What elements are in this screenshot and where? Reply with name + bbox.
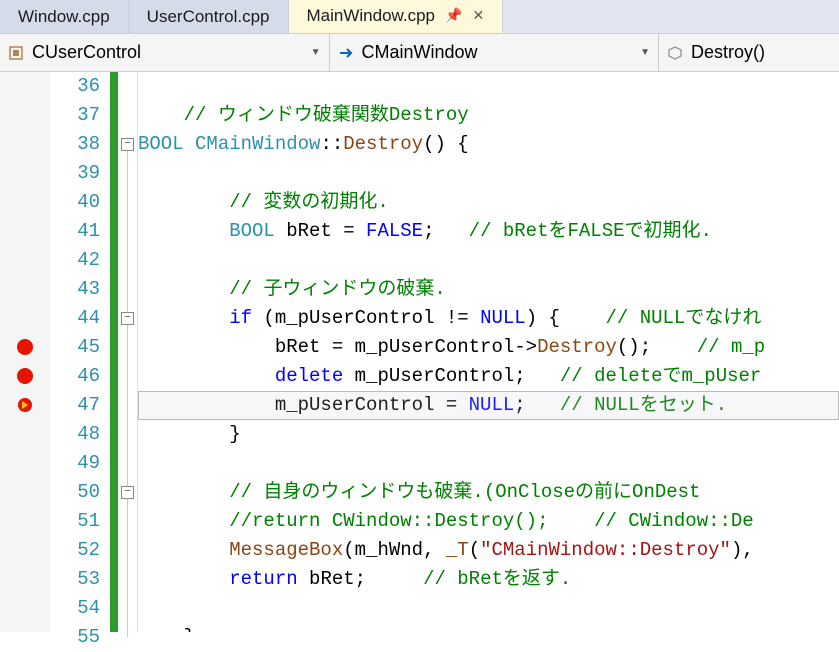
line-number: 53 bbox=[50, 565, 100, 594]
line-number: 49 bbox=[50, 449, 100, 478]
code-line[interactable] bbox=[138, 594, 839, 623]
code-line[interactable] bbox=[138, 72, 839, 101]
line-number: 38 bbox=[50, 130, 100, 159]
fold-toggle[interactable]: − bbox=[121, 486, 134, 499]
change-indicator bbox=[110, 72, 118, 632]
breakpoint-icon[interactable] bbox=[17, 368, 33, 384]
line-number: 51 bbox=[50, 507, 100, 536]
line-number: 46 bbox=[50, 362, 100, 391]
code-line[interactable]: } bbox=[138, 420, 839, 449]
code-line[interactable]: m_pUserControl = NULL; // NULLをセット. bbox=[138, 391, 839, 420]
tab-label: UserControl.cpp bbox=[147, 7, 270, 27]
navigation-bar: CUserControl ▼ CMainWindow ▼ Destroy() bbox=[0, 34, 839, 72]
fold-toggle[interactable]: − bbox=[121, 312, 134, 325]
line-number: 40 bbox=[50, 188, 100, 217]
chevron-down-icon: ▼ bbox=[311, 47, 321, 58]
current-statement-icon[interactable] bbox=[17, 397, 33, 413]
line-number: 55 bbox=[50, 623, 100, 652]
line-number: 41 bbox=[50, 217, 100, 246]
arrow-icon bbox=[338, 45, 354, 61]
breakpoint-margin[interactable] bbox=[0, 72, 50, 632]
code-line[interactable]: // ウィンドウ破棄関数Destroy bbox=[138, 101, 839, 130]
chevron-down-icon: ▼ bbox=[640, 47, 650, 58]
line-number: 54 bbox=[50, 594, 100, 623]
scope-label: CUserControl bbox=[32, 42, 141, 63]
member-label: Destroy() bbox=[691, 42, 765, 63]
line-number: 47 bbox=[50, 391, 100, 420]
pin-icon[interactable]: 📌 bbox=[445, 7, 462, 24]
line-numbers: 3637383940414243444546474849505152535455 bbox=[50, 72, 110, 632]
method-icon bbox=[667, 45, 683, 61]
tab-bar: Window.cpp UserControl.cpp MainWindow.cp… bbox=[0, 0, 839, 34]
code-area[interactable]: // ウィンドウ破棄関数DestroyBOOL CMainWindow::Des… bbox=[138, 72, 839, 632]
line-number: 44 bbox=[50, 304, 100, 333]
code-line[interactable]: //return CWindow::Destroy(); // CWindow:… bbox=[138, 507, 839, 536]
tab-label: Window.cpp bbox=[18, 7, 110, 27]
line-number: 43 bbox=[50, 275, 100, 304]
code-line[interactable]: BOOL CMainWindow::Destroy() { bbox=[138, 130, 839, 159]
code-editor[interactable]: 3637383940414243444546474849505152535455… bbox=[0, 72, 839, 632]
code-line[interactable]: // 変数の初期化. bbox=[138, 188, 839, 217]
line-number: 37 bbox=[50, 101, 100, 130]
class-label: CMainWindow bbox=[362, 42, 478, 63]
code-line[interactable] bbox=[138, 449, 839, 478]
code-line[interactable]: // 子ウィンドウの破棄. bbox=[138, 275, 839, 304]
line-number: 39 bbox=[50, 159, 100, 188]
breakpoint-icon[interactable] bbox=[17, 339, 33, 355]
scope-dropdown[interactable]: CUserControl ▼ bbox=[0, 34, 330, 71]
code-line[interactable]: // 自身のウィンドウも破棄.(OnCloseの前にOnDest bbox=[138, 478, 839, 507]
tab-label: MainWindow.cpp bbox=[307, 6, 436, 26]
code-line[interactable]: MessageBox(m_hWnd, _T("CMainWindow::Dest… bbox=[138, 536, 839, 565]
fold-margin[interactable]: − − − bbox=[118, 72, 138, 632]
code-line[interactable] bbox=[138, 159, 839, 188]
tab-mainwindow-cpp[interactable]: MainWindow.cpp 📌 ✕ bbox=[289, 0, 504, 33]
fold-toggle[interactable]: − bbox=[121, 138, 134, 151]
line-number: 52 bbox=[50, 536, 100, 565]
tab-usercontrol-cpp[interactable]: UserControl.cpp bbox=[129, 0, 289, 33]
close-icon[interactable]: ✕ bbox=[472, 7, 484, 24]
code-line[interactable]: BOOL bRet = FALSE; // bRetをFALSEで初期化. bbox=[138, 217, 839, 246]
code-line[interactable]: return bRet; // bRetを返す. bbox=[138, 565, 839, 594]
class-dropdown[interactable]: CMainWindow ▼ bbox=[330, 34, 660, 71]
line-number: 36 bbox=[50, 72, 100, 101]
line-number: 48 bbox=[50, 420, 100, 449]
code-line[interactable]: if (m_pUserControl != NULL) { // NULLでなけ… bbox=[138, 304, 839, 333]
member-dropdown[interactable]: Destroy() bbox=[659, 34, 839, 71]
line-number: 45 bbox=[50, 333, 100, 362]
code-line[interactable]: } bbox=[138, 623, 839, 632]
line-number: 42 bbox=[50, 246, 100, 275]
code-line[interactable]: delete m_pUserControl; // deleteでm_pUser bbox=[138, 362, 839, 391]
line-number: 50 bbox=[50, 478, 100, 507]
fold-guide bbox=[127, 144, 128, 637]
code-line[interactable]: bRet = m_pUserControl->Destroy(); // m_p bbox=[138, 333, 839, 362]
code-line[interactable] bbox=[138, 246, 839, 275]
tab-window-cpp[interactable]: Window.cpp bbox=[0, 0, 129, 33]
class-icon bbox=[8, 45, 24, 61]
